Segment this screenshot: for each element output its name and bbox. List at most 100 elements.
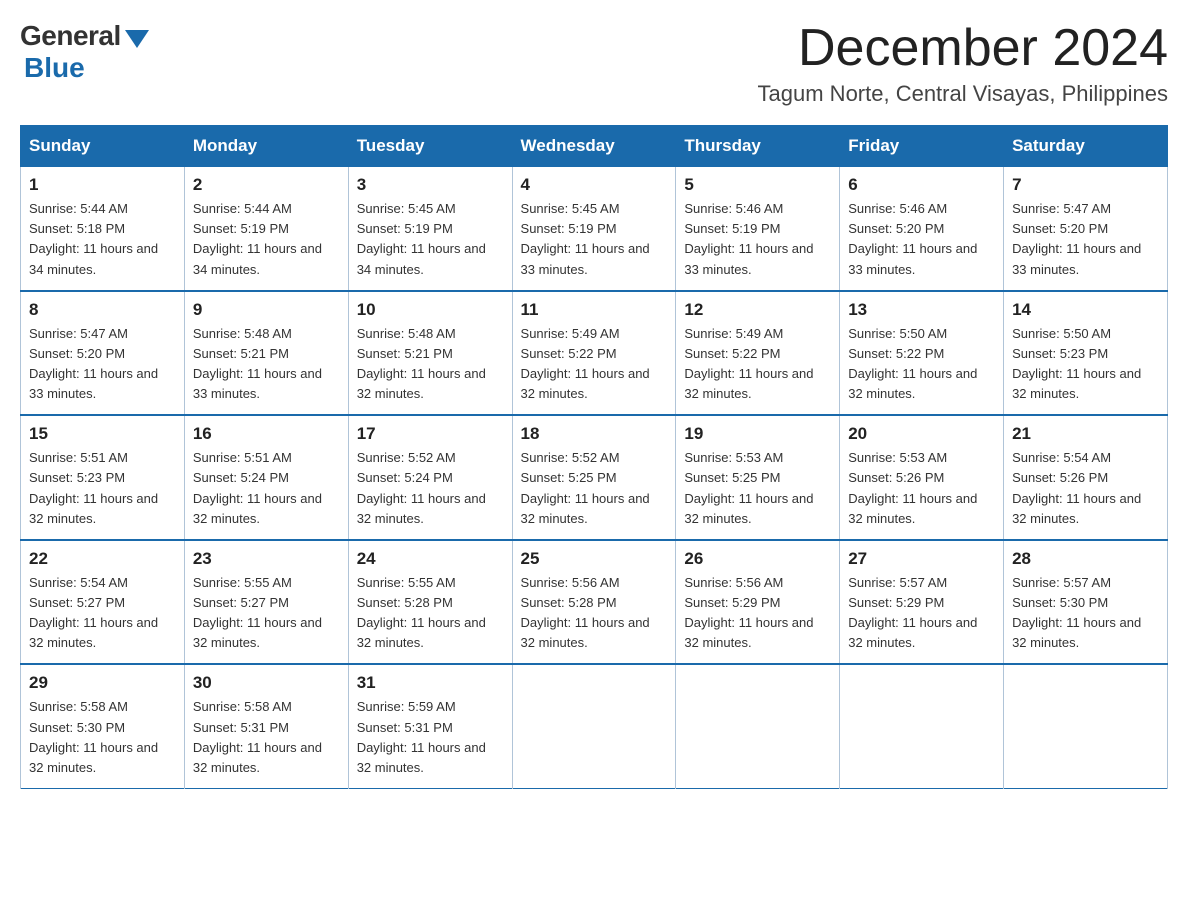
calendar-cell: 13 Sunrise: 5:50 AMSunset: 5:22 PMDayligh… <box>840 291 1004 416</box>
day-info: Sunrise: 5:45 AMSunset: 5:19 PMDaylight:… <box>357 199 504 280</box>
day-info: Sunrise: 5:58 AMSunset: 5:31 PMDaylight:… <box>193 697 340 778</box>
day-info: Sunrise: 5:49 AMSunset: 5:22 PMDaylight:… <box>684 324 831 405</box>
day-info: Sunrise: 5:56 AMSunset: 5:29 PMDaylight:… <box>684 573 831 654</box>
calendar-cell: 31 Sunrise: 5:59 AMSunset: 5:31 PMDayligh… <box>348 664 512 788</box>
calendar-cell: 26 Sunrise: 5:56 AMSunset: 5:29 PMDayligh… <box>676 540 840 665</box>
calendar-cell <box>512 664 676 788</box>
day-info: Sunrise: 5:51 AMSunset: 5:23 PMDaylight:… <box>29 448 176 529</box>
calendar-cell <box>840 664 1004 788</box>
day-number: 3 <box>357 175 504 195</box>
day-number: 23 <box>193 549 340 569</box>
calendar-cell: 9 Sunrise: 5:48 AMSunset: 5:21 PMDaylight… <box>184 291 348 416</box>
day-number: 2 <box>193 175 340 195</box>
day-number: 4 <box>521 175 668 195</box>
calendar-week-4: 22Sunrise: 5:54 AMSunset: 5:27 PMDayligh… <box>21 540 1168 665</box>
day-number: 8 <box>29 300 176 320</box>
day-number: 18 <box>521 424 668 444</box>
weekday-header-monday: Monday <box>184 126 348 167</box>
day-number: 31 <box>357 673 504 693</box>
calendar-cell: 17Sunrise: 5:52 AMSunset: 5:24 PMDayligh… <box>348 415 512 540</box>
calendar-cell: 10 Sunrise: 5:48 AMSunset: 5:21 PMDayligh… <box>348 291 512 416</box>
calendar-cell: 2 Sunrise: 5:44 AMSunset: 5:19 PMDaylight… <box>184 167 348 291</box>
day-info: Sunrise: 5:46 AMSunset: 5:19 PMDaylight:… <box>684 199 831 280</box>
day-info: Sunrise: 5:54 AMSunset: 5:27 PMDaylight:… <box>29 573 176 654</box>
day-number: 7 <box>1012 175 1159 195</box>
day-number: 20 <box>848 424 995 444</box>
day-info: Sunrise: 5:48 AMSunset: 5:21 PMDaylight:… <box>193 324 340 405</box>
calendar-cell: 28 Sunrise: 5:57 AMSunset: 5:30 PMDayligh… <box>1004 540 1168 665</box>
calendar-header-row: SundayMondayTuesdayWednesdayThursdayFrid… <box>21 126 1168 167</box>
day-number: 13 <box>848 300 995 320</box>
calendar-cell: 12Sunrise: 5:49 AMSunset: 5:22 PMDayligh… <box>676 291 840 416</box>
page-header: General Blue December 2024 Tagum Norte, … <box>20 20 1168 107</box>
month-title: December 2024 <box>758 20 1168 77</box>
day-info: Sunrise: 5:48 AMSunset: 5:21 PMDaylight:… <box>357 324 504 405</box>
calendar-cell: 15Sunrise: 5:51 AMSunset: 5:23 PMDayligh… <box>21 415 185 540</box>
calendar-cell: 24Sunrise: 5:55 AMSunset: 5:28 PMDayligh… <box>348 540 512 665</box>
day-number: 26 <box>684 549 831 569</box>
calendar-cell <box>676 664 840 788</box>
day-info: Sunrise: 5:52 AMSunset: 5:24 PMDaylight:… <box>357 448 504 529</box>
day-number: 10 <box>357 300 504 320</box>
day-number: 14 <box>1012 300 1159 320</box>
calendar-cell: 19Sunrise: 5:53 AMSunset: 5:25 PMDayligh… <box>676 415 840 540</box>
day-info: Sunrise: 5:57 AMSunset: 5:30 PMDaylight:… <box>1012 573 1159 654</box>
calendar-cell: 30 Sunrise: 5:58 AMSunset: 5:31 PMDayligh… <box>184 664 348 788</box>
calendar-cell: 11Sunrise: 5:49 AMSunset: 5:22 PMDayligh… <box>512 291 676 416</box>
calendar-cell: 1 Sunrise: 5:44 AMSunset: 5:18 PMDaylight… <box>21 167 185 291</box>
day-number: 27 <box>848 549 995 569</box>
calendar-cell: 18 Sunrise: 5:52 AMSunset: 5:25 PMDayligh… <box>512 415 676 540</box>
day-info: Sunrise: 5:56 AMSunset: 5:28 PMDaylight:… <box>521 573 668 654</box>
calendar-cell: 7 Sunrise: 5:47 AMSunset: 5:20 PMDaylight… <box>1004 167 1168 291</box>
calendar-cell: 3 Sunrise: 5:45 AMSunset: 5:19 PMDaylight… <box>348 167 512 291</box>
day-info: Sunrise: 5:47 AMSunset: 5:20 PMDaylight:… <box>29 324 176 405</box>
weekday-header-wednesday: Wednesday <box>512 126 676 167</box>
day-number: 24 <box>357 549 504 569</box>
logo-arrow-icon <box>125 30 149 48</box>
day-info: Sunrise: 5:46 AMSunset: 5:20 PMDaylight:… <box>848 199 995 280</box>
logo: General Blue <box>20 20 149 84</box>
location-title: Tagum Norte, Central Visayas, Philippine… <box>758 81 1168 107</box>
day-number: 9 <box>193 300 340 320</box>
day-number: 19 <box>684 424 831 444</box>
calendar-cell: 16Sunrise: 5:51 AMSunset: 5:24 PMDayligh… <box>184 415 348 540</box>
weekday-header-friday: Friday <box>840 126 1004 167</box>
calendar-cell <box>1004 664 1168 788</box>
weekday-header-saturday: Saturday <box>1004 126 1168 167</box>
day-info: Sunrise: 5:57 AMSunset: 5:29 PMDaylight:… <box>848 573 995 654</box>
calendar-cell: 8 Sunrise: 5:47 AMSunset: 5:20 PMDaylight… <box>21 291 185 416</box>
logo-blue-text: Blue <box>24 52 85 84</box>
weekday-header-thursday: Thursday <box>676 126 840 167</box>
calendar-week-3: 15Sunrise: 5:51 AMSunset: 5:23 PMDayligh… <box>21 415 1168 540</box>
calendar-week-1: 1 Sunrise: 5:44 AMSunset: 5:18 PMDaylight… <box>21 167 1168 291</box>
weekday-header-tuesday: Tuesday <box>348 126 512 167</box>
calendar-cell: 27 Sunrise: 5:57 AMSunset: 5:29 PMDayligh… <box>840 540 1004 665</box>
title-section: December 2024 Tagum Norte, Central Visay… <box>758 20 1168 107</box>
day-number: 29 <box>29 673 176 693</box>
day-number: 25 <box>521 549 668 569</box>
day-info: Sunrise: 5:59 AMSunset: 5:31 PMDaylight:… <box>357 697 504 778</box>
day-number: 30 <box>193 673 340 693</box>
calendar-table: SundayMondayTuesdayWednesdayThursdayFrid… <box>20 125 1168 789</box>
calendar-cell: 20Sunrise: 5:53 AMSunset: 5:26 PMDayligh… <box>840 415 1004 540</box>
day-number: 21 <box>1012 424 1159 444</box>
day-info: Sunrise: 5:47 AMSunset: 5:20 PMDaylight:… <box>1012 199 1159 280</box>
day-info: Sunrise: 5:45 AMSunset: 5:19 PMDaylight:… <box>521 199 668 280</box>
day-info: Sunrise: 5:52 AMSunset: 5:25 PMDaylight:… <box>521 448 668 529</box>
calendar-cell: 23 Sunrise: 5:55 AMSunset: 5:27 PMDayligh… <box>184 540 348 665</box>
calendar-week-2: 8 Sunrise: 5:47 AMSunset: 5:20 PMDaylight… <box>21 291 1168 416</box>
day-info: Sunrise: 5:55 AMSunset: 5:27 PMDaylight:… <box>193 573 340 654</box>
calendar-cell: 21Sunrise: 5:54 AMSunset: 5:26 PMDayligh… <box>1004 415 1168 540</box>
day-number: 1 <box>29 175 176 195</box>
calendar-cell: 22Sunrise: 5:54 AMSunset: 5:27 PMDayligh… <box>21 540 185 665</box>
day-info: Sunrise: 5:50 AMSunset: 5:23 PMDaylight:… <box>1012 324 1159 405</box>
day-number: 28 <box>1012 549 1159 569</box>
day-info: Sunrise: 5:50 AMSunset: 5:22 PMDaylight:… <box>848 324 995 405</box>
day-info: Sunrise: 5:51 AMSunset: 5:24 PMDaylight:… <box>193 448 340 529</box>
day-info: Sunrise: 5:44 AMSunset: 5:19 PMDaylight:… <box>193 199 340 280</box>
day-info: Sunrise: 5:44 AMSunset: 5:18 PMDaylight:… <box>29 199 176 280</box>
calendar-cell: 4 Sunrise: 5:45 AMSunset: 5:19 PMDaylight… <box>512 167 676 291</box>
weekday-header-sunday: Sunday <box>21 126 185 167</box>
day-number: 5 <box>684 175 831 195</box>
logo-general-text: General <box>20 20 121 52</box>
